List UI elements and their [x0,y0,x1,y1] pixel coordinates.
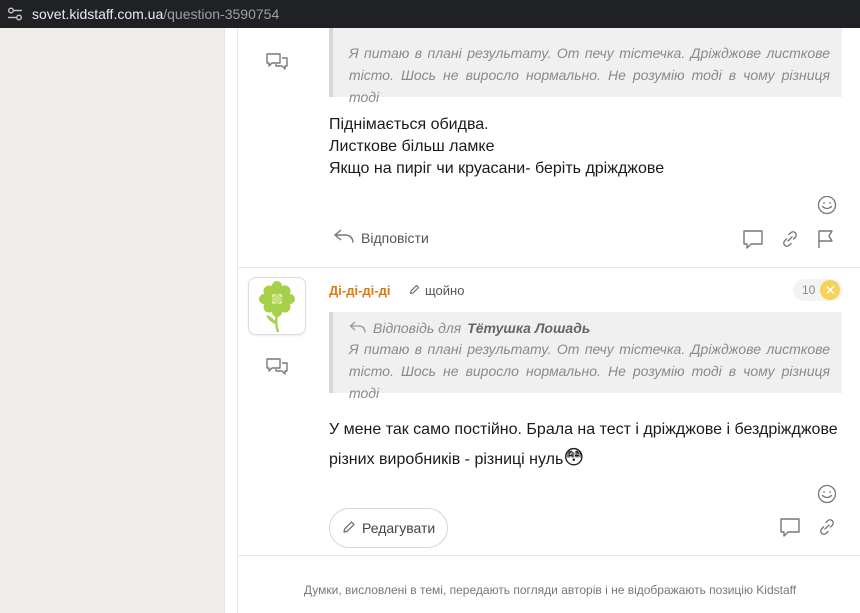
tune-icon[interactable] [6,5,24,23]
reply-button[interactable]: Відповісти [333,227,429,248]
post-line-text: різних виробників - різниці нуль [329,451,564,468]
quote-text: Я питаю в плані результату. От печу тіст… [349,341,830,401]
comment-icon[interactable] [779,516,801,538]
thread-column: Я питаю в плані результату. От печу тіст… [237,28,860,613]
post-body: Піднімається обидва. Листкове більш ламк… [329,114,829,180]
quote-block: Відповідь для Тётушка Лошадь Я питаю в п… [329,312,842,401]
link-icon[interactable] [779,228,801,250]
post-author[interactable]: Ді-ді-ді-ді [329,283,390,298]
link-icon[interactable] [816,516,838,538]
reply-arrow-icon [349,320,367,337]
chat-bubbles-icon[interactable] [265,52,289,70]
reply-label: Відповісти [361,229,429,246]
post-time: щойно [409,283,464,298]
flower-avatar-icon [259,281,295,333]
post-line: Піднімається обидва. [329,116,489,133]
disclaimer: Думки, висловлені в темі, передають погл… [303,583,797,597]
edit-button[interactable]: Редагувати [329,508,449,548]
comment-icon[interactable] [742,228,764,250]
rating-badge[interactable]: 10 ✕ [793,279,843,301]
pencil-icon [409,283,420,298]
flushed-emoji: 😳 [563,447,585,469]
flag-icon[interactable] [815,228,837,250]
rating-value: 10 [802,283,816,297]
browser-address-bar: sovet.kidstaff.com.ua/question-3590754 [0,0,860,28]
post-line: Якщо на пиріг чи круасани- беріть дріждж… [329,160,665,177]
post-time-label: щойно [425,283,465,298]
content-panel: Я питаю в плані результату. От печу тіст… [224,28,860,613]
post-divider [238,555,860,556]
quote-text: Я питаю в плані результату. От печу тіст… [349,45,830,105]
smile-icon[interactable] [817,195,837,215]
avatar[interactable] [248,277,306,335]
post-body: У мене так само постійно. Брала на тест … [329,416,849,474]
post-line: У мене так само постійно. Брала на тест … [329,421,838,438]
reply-arrow-icon [333,227,355,248]
left-background [0,28,224,613]
reply-action[interactable]: Відповісти [333,227,429,248]
quote-prefix: Відповідь для [373,320,462,336]
post-divider [238,267,860,268]
edit-label: Редагувати [362,520,436,536]
smile-icon[interactable] [817,484,837,504]
quote-header: Відповідь для Тётушка Лошадь [349,318,830,338]
chat-bubbles-icon[interactable] [265,357,289,375]
url-text[interactable]: sovet.kidstaff.com.ua/question-3590754 [32,6,279,22]
pencil-icon [342,520,356,537]
close-icon[interactable]: ✕ [820,280,841,300]
quote-block: Я питаю в плані результату. От печу тіст… [329,28,842,105]
url-host: sovet.kidstaff.com.ua [32,6,164,22]
post-line: Листкове більш ламке [329,138,495,155]
quote-author[interactable]: Тётушка Лошадь [467,320,590,336]
post-line: різних виробників - різниці нуль😳 [329,444,849,474]
url-path: /question-3590754 [163,6,280,22]
